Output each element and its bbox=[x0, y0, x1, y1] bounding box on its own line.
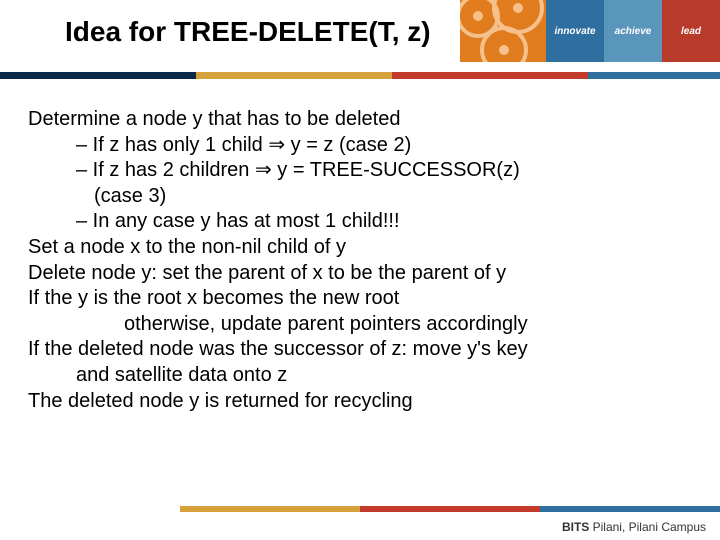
header-divider bbox=[0, 72, 720, 79]
slide-header: Idea for TREE-DELETE(T, z) innovate achi… bbox=[0, 0, 720, 72]
pill-lead: lead bbox=[662, 0, 720, 62]
body-line: Delete node y: set the parent of x to be… bbox=[28, 261, 698, 287]
footer-campus: Pilani, Pilani Campus bbox=[589, 520, 706, 534]
body-line: If the deleted node was the successor of… bbox=[28, 337, 698, 363]
body-line: The deleted node y is returned for recyc… bbox=[28, 389, 698, 415]
gear-icon bbox=[460, 0, 546, 62]
body-bullet: – If z has only 1 child ⇒ y = z (case 2) bbox=[46, 133, 698, 159]
body-bullet: – If z has 2 children ⇒ y = TREE-SUCCESS… bbox=[46, 158, 698, 184]
body-line-cont: and satellite data onto z bbox=[28, 363, 698, 389]
body-line: If the y is the root x becomes the new r… bbox=[28, 286, 698, 312]
brand-logo-strip: innovate achieve lead bbox=[460, 0, 720, 62]
body-bullet-cont: (case 3) bbox=[28, 184, 698, 210]
body-line-cont: otherwise, update parent pointers accord… bbox=[28, 312, 698, 338]
footer-text: BITS Pilani, Pilani Campus bbox=[562, 520, 706, 534]
slide-body: Determine a node y that has to be delete… bbox=[0, 79, 720, 414]
body-line: Determine a node y that has to be delete… bbox=[28, 107, 698, 133]
slide-title: Idea for TREE-DELETE(T, z) bbox=[65, 16, 431, 48]
footer-brand: BITS bbox=[562, 520, 589, 534]
pill-achieve: achieve bbox=[604, 0, 662, 62]
body-line: Set a node x to the non-nil child of y bbox=[28, 235, 698, 261]
footer-divider bbox=[180, 506, 720, 512]
body-bullet: – In any case y has at most 1 child!!! bbox=[46, 209, 698, 235]
pill-innovate: innovate bbox=[546, 0, 604, 62]
